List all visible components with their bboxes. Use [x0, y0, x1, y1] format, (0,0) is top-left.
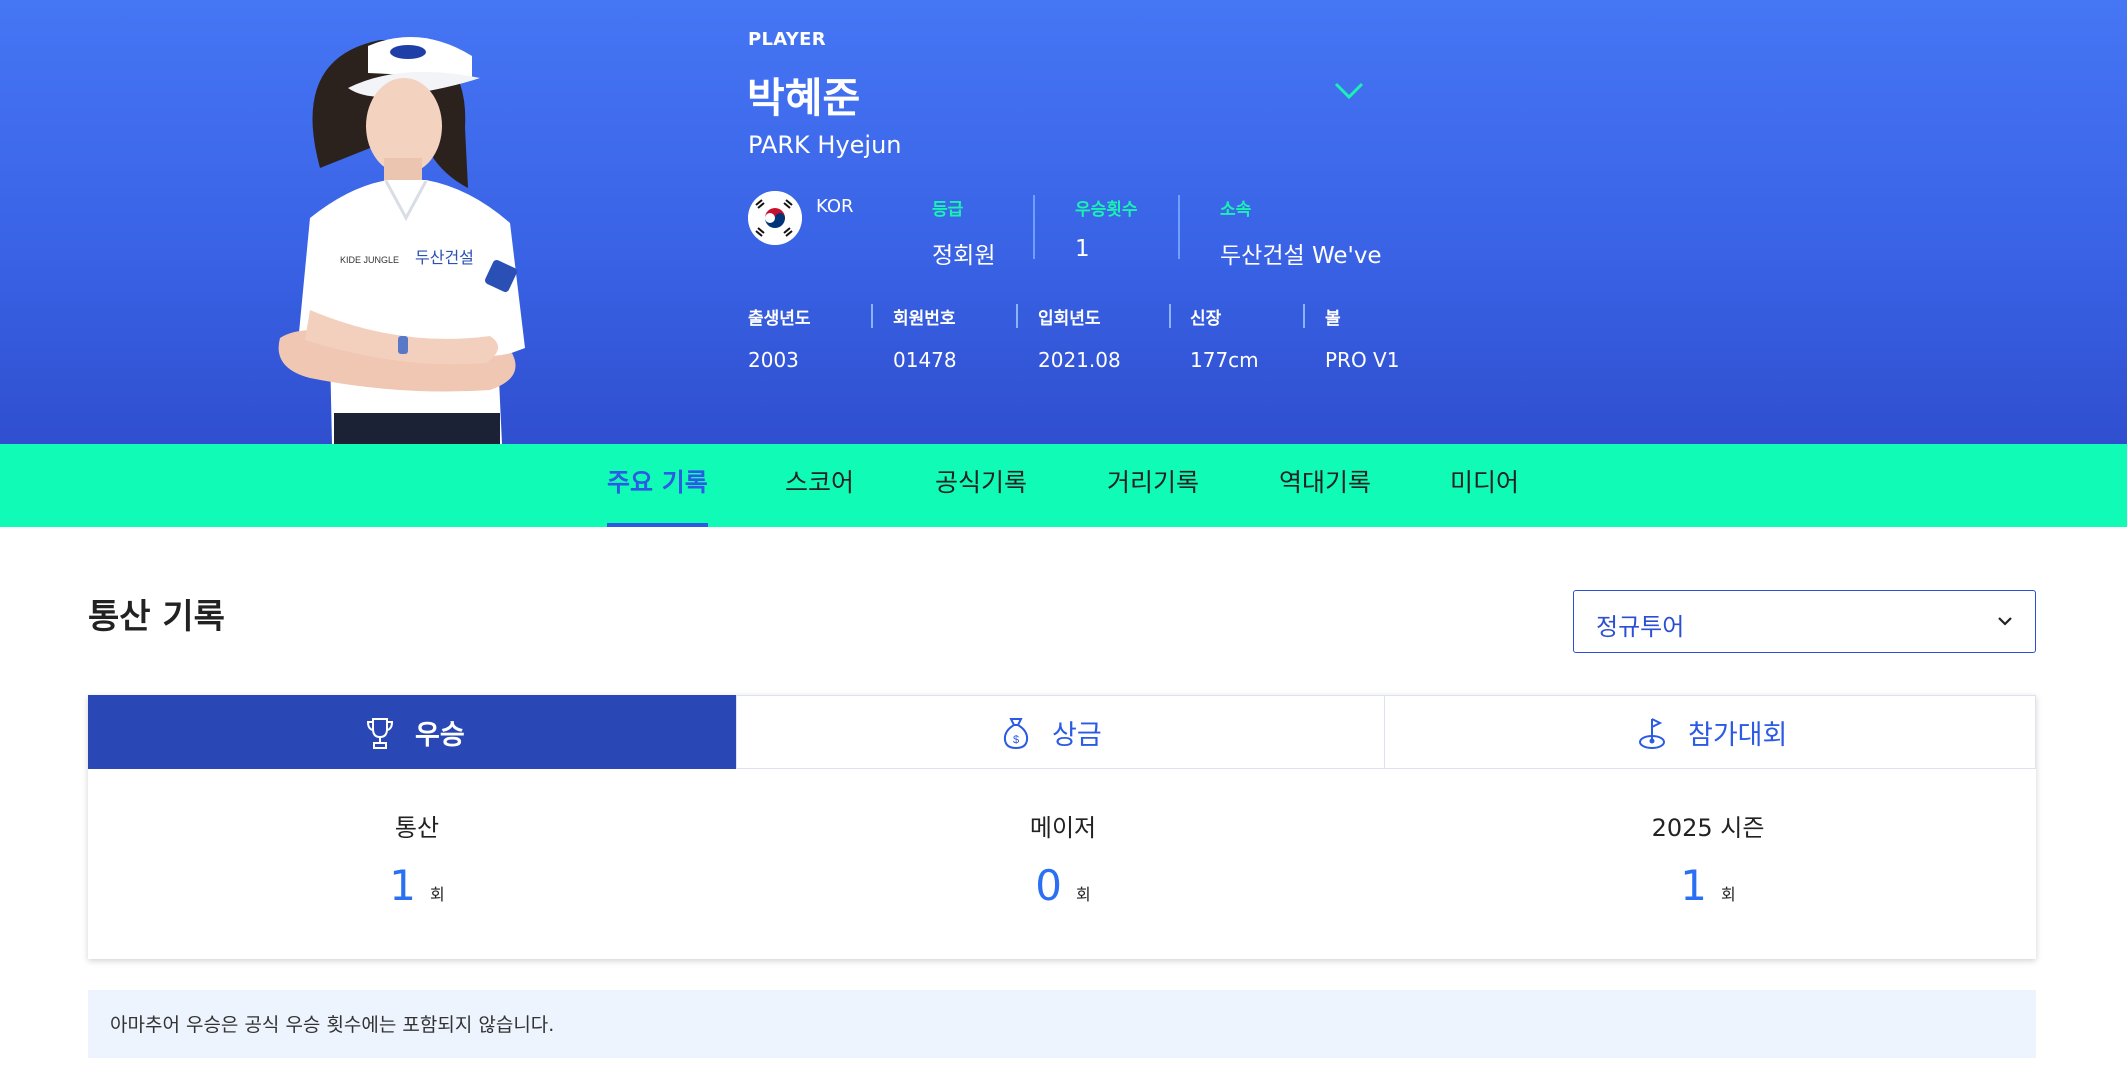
amateur-win-notice: 아마추어 우승은 공식 우승 횟수에는 포함되지 않습니다. [88, 990, 2036, 1058]
record-value: 1 [389, 861, 416, 910]
divider [1016, 304, 1018, 328]
detail-value: 177cm [1190, 348, 1259, 372]
record-unit: 회 [1076, 885, 1091, 904]
detail-value: 01478 [893, 348, 957, 372]
detail-value: 2021.08 [1038, 348, 1121, 372]
detail-label: 회원번호 [893, 309, 956, 329]
tab-main-records[interactable]: 주요 기록 [607, 444, 708, 527]
record-tab-prize-money[interactable]: $ 상금 [736, 695, 1385, 769]
detail-join-date: 입회년도 2021.08 [1038, 304, 1121, 372]
detail-birth-year: 출생년도 2003 [748, 304, 811, 372]
section-title: 통산 기록 [88, 597, 225, 637]
nation-code: KOR [816, 196, 854, 217]
trophy-icon [366, 718, 394, 749]
stat-label: 소속 [1220, 200, 1252, 220]
record-tab-label: 우승 [415, 720, 465, 751]
record-title: 통산 [394, 814, 440, 842]
tab-media[interactable]: 미디어 [1450, 444, 1519, 527]
record-nav-tabs: 주요 기록 스코어 공식기록 거리기록 역대기록 미디어 [0, 444, 2127, 527]
notice-text: 아마추어 우승은 공식 우승 횟수에는 포함되지 않습니다. [110, 1014, 555, 1036]
chevron-down-icon [1998, 617, 2012, 626]
record-unit: 회 [430, 885, 445, 904]
player-hero: 두산건설 KIDE JUNGLE PLAYER 박혜준 PARK Hyejun … [0, 0, 2127, 444]
career-record-card: 우승 $ 상금 참가대회 통산 1회 메이저 0회 2025 시즌 1회 [88, 695, 2036, 959]
detail-label: 입회년도 [1038, 309, 1101, 329]
stat-value: 1 [1075, 236, 1090, 262]
golf-flag-icon [1639, 718, 1665, 749]
player-photo: 두산건설 KIDE JUNGLE [278, 37, 525, 444]
tab-all-time-records[interactable]: 역대기록 [1279, 444, 1371, 527]
tour-select-value: 정규투어 [1596, 613, 1685, 641]
record-number: 1회 [1508, 861, 1908, 910]
stat-value: 정회원 [932, 243, 996, 269]
record-value: 0 [1035, 861, 1062, 910]
detail-height: 신장 177cm [1190, 304, 1259, 372]
record-career-wins: 통산 1회 [217, 808, 617, 910]
record-title: 2025 시즌 [1651, 814, 1765, 842]
record-tab-tournaments[interactable]: 참가대회 [1384, 695, 2036, 769]
detail-member-number: 회원번호 01478 [893, 304, 957, 372]
record-tab-label: 상금 [1052, 720, 1102, 751]
svg-text:$: $ [1013, 734, 1019, 746]
record-season-wins: 2025 시즌 1회 [1508, 808, 1908, 910]
detail-label: 출생년도 [748, 309, 811, 329]
divider [1169, 304, 1171, 328]
record-tab-wins[interactable]: 우승 [88, 695, 737, 769]
stat-label: 우승횟수 [1075, 200, 1138, 220]
record-value: 1 [1680, 861, 1707, 910]
divider [1033, 195, 1035, 259]
stat-label: 등급 [932, 200, 964, 220]
tab-distance-records[interactable]: 거리기록 [1107, 444, 1199, 527]
stat-team: 소속 두산건설 We've [1220, 195, 1382, 270]
chevron-down-icon[interactable] [1333, 80, 1365, 102]
tab-score[interactable]: 스코어 [785, 444, 854, 527]
stat-grade: 등급 정회원 [932, 195, 995, 270]
record-title: 메이저 [1029, 814, 1097, 842]
divider [871, 304, 873, 328]
detail-label: 볼 [1325, 309, 1341, 329]
detail-ball: 볼 PRO V1 [1325, 304, 1399, 372]
detail-value: 2003 [748, 348, 799, 372]
divider [1178, 195, 1180, 259]
detail-label: 신장 [1190, 309, 1222, 329]
detail-value: PRO V1 [1325, 348, 1400, 372]
player-label: PLAYER [748, 29, 826, 50]
record-unit: 회 [1721, 885, 1736, 904]
player-name-korean: 박혜준 [747, 74, 861, 122]
svg-text:KIDE JUNGLE: KIDE JUNGLE [340, 255, 399, 265]
tab-official-records[interactable]: 공식기록 [935, 444, 1027, 527]
record-number: 1회 [217, 861, 617, 910]
record-major-wins: 메이저 0회 [863, 808, 1263, 910]
stat-wins: 우승횟수 1 [1075, 195, 1138, 262]
stat-value: 두산건설 We've [1220, 243, 1382, 269]
divider [1303, 304, 1305, 328]
money-bag-icon: $ [1003, 718, 1029, 750]
player-name-english: PARK Hyejun [748, 131, 902, 159]
svg-text:두산건설: 두산건설 [415, 249, 474, 267]
korea-flag-icon [748, 191, 802, 245]
tour-select[interactable]: 정규투어 [1573, 590, 2036, 653]
record-tab-label: 참가대회 [1688, 720, 1788, 751]
record-number: 0회 [863, 861, 1263, 910]
